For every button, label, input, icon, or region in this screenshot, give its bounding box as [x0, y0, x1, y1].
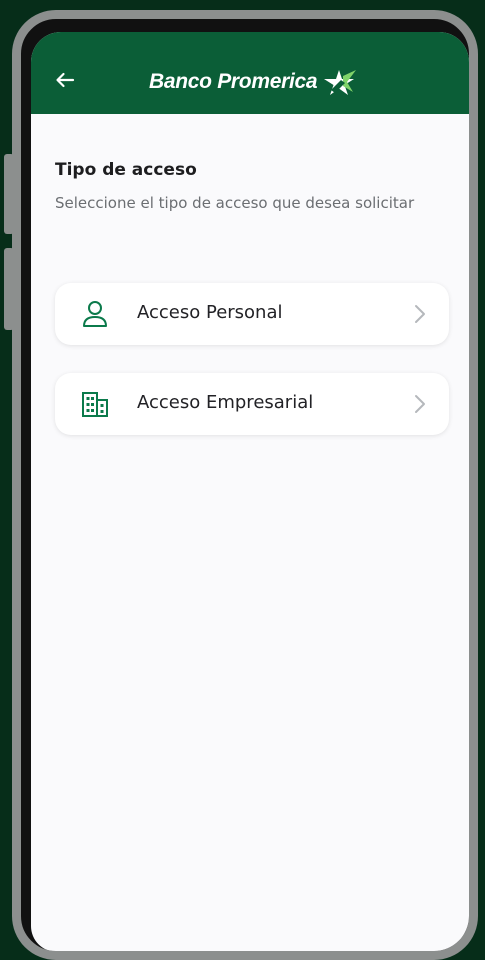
page-subtitle: Seleccione el tipo de acceso que desea s… [55, 194, 415, 212]
option-acceso-empresarial[interactable]: Acceso Empresarial [55, 373, 449, 435]
building-icon [82, 392, 108, 417]
brand-logo: Banco Promerica [149, 68, 357, 96]
star-logo-icon [324, 70, 357, 95]
chevron-right-icon [415, 395, 425, 413]
phone-frame: Banco Promerica Tipo de acceso Seleccion… [12, 10, 478, 960]
app-header: Banco Promerica [31, 32, 469, 114]
app-screen: Banco Promerica Tipo de acceso Seleccion… [31, 32, 469, 951]
person-icon [83, 301, 107, 327]
option-acceso-personal[interactable]: Acceso Personal [55, 283, 449, 345]
page-title: Tipo de acceso [55, 160, 197, 180]
option-label: Acceso Empresarial [137, 392, 314, 413]
back-button[interactable] [51, 66, 79, 94]
chevron-right-icon [415, 305, 425, 323]
brand-name: Banco Promerica [149, 70, 318, 93]
arrow-left-icon [56, 72, 75, 88]
option-label: Acceso Personal [137, 302, 283, 323]
